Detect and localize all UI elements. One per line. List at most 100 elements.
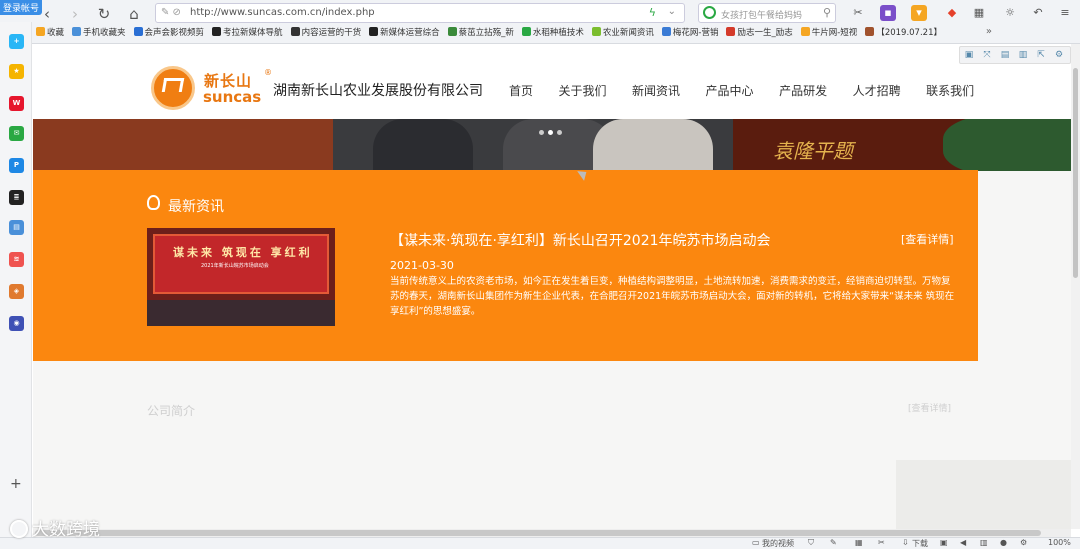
carousel-dot[interactable]: [548, 130, 553, 135]
address-bar[interactable]: ✎ ⊘ http://www.suncas.com.cn/index.php ϟ…: [155, 3, 685, 23]
bookmark-label: 内容运营的干货: [301, 28, 362, 38]
status-tool-icon[interactable]: ✂: [878, 538, 885, 547]
sidebar-favorite-icon[interactable]: ★: [9, 64, 24, 79]
address-url[interactable]: http://www.suncas.com.cn/index.php: [190, 7, 375, 18]
bookmark-item[interactable]: 考拉新媒体导航: [212, 26, 283, 41]
search-engine-icon[interactable]: [703, 6, 716, 19]
sidebar-doc-icon[interactable]: ▤: [9, 220, 24, 235]
mini-tool-3-icon[interactable]: ▤: [996, 47, 1014, 63]
settings-gear-icon[interactable]: ⚙: [1050, 47, 1068, 63]
sidebar-game2-icon[interactable]: ◉: [9, 316, 24, 331]
mini-tool-1-icon[interactable]: ▣: [960, 47, 978, 63]
sidebar-game-icon[interactable]: ◈: [9, 284, 24, 299]
bookmark-item[interactable]: 牛片网-短视: [800, 26, 857, 41]
game-icon[interactable]: ◆: [944, 5, 960, 21]
nav-rnd[interactable]: 产品研发: [779, 82, 827, 99]
news-more-link[interactable]: [查看详情]: [901, 231, 954, 247]
bookmark-favicon-icon: [72, 27, 82, 36]
reload-button[interactable]: ↻: [94, 4, 114, 24]
horizontal-scrollbar[interactable]: [33, 529, 1071, 537]
chevron-down-icon[interactable]: ⌄: [668, 6, 676, 17]
carousel-dot[interactable]: [557, 130, 562, 135]
apps-grid-icon[interactable]: ▦: [971, 5, 987, 21]
status-download-icon[interactable]: ⇩: [902, 538, 909, 547]
bookmark-item[interactable]: 水稻种植技术: [521, 26, 584, 41]
bookmark-favicon-icon: [726, 27, 736, 36]
news-thumbnail[interactable]: 谋未来 筑现在 享红利 2021年新长山皖苏市场启动会: [147, 228, 335, 326]
carousel-dot[interactable]: [539, 130, 544, 135]
menu-icon[interactable]: ≡: [1057, 5, 1073, 21]
news-headline-link[interactable]: 【谋未来·筑现在·享红利】新长山召开2021年皖苏市场启动会: [390, 230, 771, 250]
bookmark-item[interactable]: 励志一生_励志: [726, 26, 793, 41]
sidebar-shop-icon[interactable]: ≋: [9, 252, 24, 267]
bookmark-item[interactable]: 新媒体运营综合: [369, 26, 440, 41]
forward-button[interactable]: ›: [65, 4, 85, 24]
status-zoom[interactable]: 100%: [1048, 538, 1071, 547]
bookmark-label: 考拉新媒体导航: [223, 28, 283, 38]
hero-banner[interactable]: 袁隆平题: [33, 119, 1071, 171]
status-video-icon[interactable]: ▭: [752, 538, 760, 547]
bookmark-label: 【2019.07.21】: [876, 28, 942, 38]
status-screenshot-icon[interactable]: ▣: [940, 538, 948, 547]
nav-home[interactable]: 首页: [509, 82, 533, 99]
back-button[interactable]: ‹: [37, 4, 57, 24]
home-button[interactable]: ⌂: [124, 4, 144, 24]
sidebar-plus-app-icon[interactable]: +: [9, 34, 24, 49]
nav-news[interactable]: 新闻资讯: [632, 82, 680, 99]
bookmarks-more[interactable]: »: [986, 26, 992, 37]
logo-registered-mark: ®: [264, 68, 272, 77]
watermark: 大数跨境: [10, 515, 100, 540]
status-edit-icon[interactable]: ✎: [830, 538, 837, 547]
login-account-tag[interactable]: 登录帐号: [0, 0, 43, 15]
status-shield-icon[interactable]: ⛉: [808, 538, 814, 548]
bookmark-item[interactable]: 手机收藏夹: [72, 26, 126, 41]
mini-tool-5-icon[interactable]: ⇱: [1032, 47, 1050, 63]
sidebar-mail-icon[interactable]: ✉: [9, 126, 24, 141]
logo-text-en[interactable]: suncas: [203, 88, 261, 106]
nav-about[interactable]: 关于我们: [559, 82, 607, 99]
about-more-link[interactable]: [查看详情]: [908, 401, 951, 414]
status-grid-icon[interactable]: ▦: [855, 538, 863, 547]
bookmark-item[interactable]: 收藏: [36, 26, 64, 41]
bookmark-label: 水稻种植技术: [532, 28, 584, 38]
extension-icon[interactable]: ▪: [880, 5, 896, 21]
status-mic-icon[interactable]: ●: [1000, 538, 1007, 547]
sidebar-weibo-icon[interactable]: W: [9, 96, 24, 111]
lightning-icon[interactable]: ϟ: [649, 6, 656, 19]
status-layout-icon[interactable]: ▥: [980, 538, 988, 547]
cut-icon[interactable]: ✂: [850, 5, 866, 21]
status-download[interactable]: 下载: [912, 538, 928, 549]
search-box[interactable]: 女孩打包午餐给妈妈 ⚲: [698, 3, 836, 23]
site-logo-icon[interactable]: [151, 66, 195, 110]
sidebar-p-app-icon[interactable]: P: [9, 158, 24, 173]
bookmark-item[interactable]: 【2019.07.21】: [865, 26, 942, 41]
bookmark-favicon-icon: [521, 27, 531, 36]
bookmark-item[interactable]: 蔡茁立拈殇_新: [447, 26, 514, 41]
nav-contact[interactable]: 联系我们: [926, 82, 974, 99]
bookmark-item[interactable]: 会声会影视频剪: [133, 26, 204, 41]
bookmark-item[interactable]: 内容运营的干货: [290, 26, 362, 41]
sidebar-add-icon[interactable]: +: [10, 476, 22, 492]
carousel-dots: [539, 125, 566, 138]
company-name: 湖南新长山农业发展股份有限公司: [273, 83, 483, 99]
status-settings-icon[interactable]: ⚙: [1020, 538, 1027, 547]
search-icon[interactable]: ⚲: [823, 6, 831, 19]
web-page: ▣ ⤧ ▤ ▥ ⇱ ⚙ 新长山 ® suncas 湖南新长山农业发展股份有限公司 首页 关…: [33, 44, 1071, 529]
bookmark-item[interactable]: 梅花网-营销: [661, 26, 718, 41]
vertical-scrollbar[interactable]: [1071, 44, 1080, 529]
shield-icon[interactable]: ▾: [911, 5, 927, 21]
brightness-icon[interactable]: ☼: [1002, 5, 1018, 21]
mini-tool-2-icon[interactable]: ⤧: [978, 47, 996, 63]
undo-icon[interactable]: ↶: [1030, 5, 1046, 21]
page-info-icon[interactable]: ✎ ⊘: [161, 7, 181, 18]
search-input[interactable]: 女孩打包午餐给妈妈: [721, 8, 802, 21]
sidebar-news-icon[interactable]: ≣: [9, 190, 24, 205]
mini-tool-4-icon[interactable]: ▥: [1014, 47, 1032, 63]
nav-products[interactable]: 产品中心: [706, 82, 754, 99]
nav-careers[interactable]: 人才招聘: [853, 82, 901, 99]
bookmark-item[interactable]: 农业新闻资讯: [591, 26, 654, 41]
bookmark-label: 蔡茁立拈殇_新: [458, 28, 514, 38]
status-my-video[interactable]: 我的视频: [762, 538, 794, 549]
status-speaker-icon[interactable]: ◀: [960, 538, 966, 547]
bookmark-favicon-icon: [36, 27, 45, 36]
